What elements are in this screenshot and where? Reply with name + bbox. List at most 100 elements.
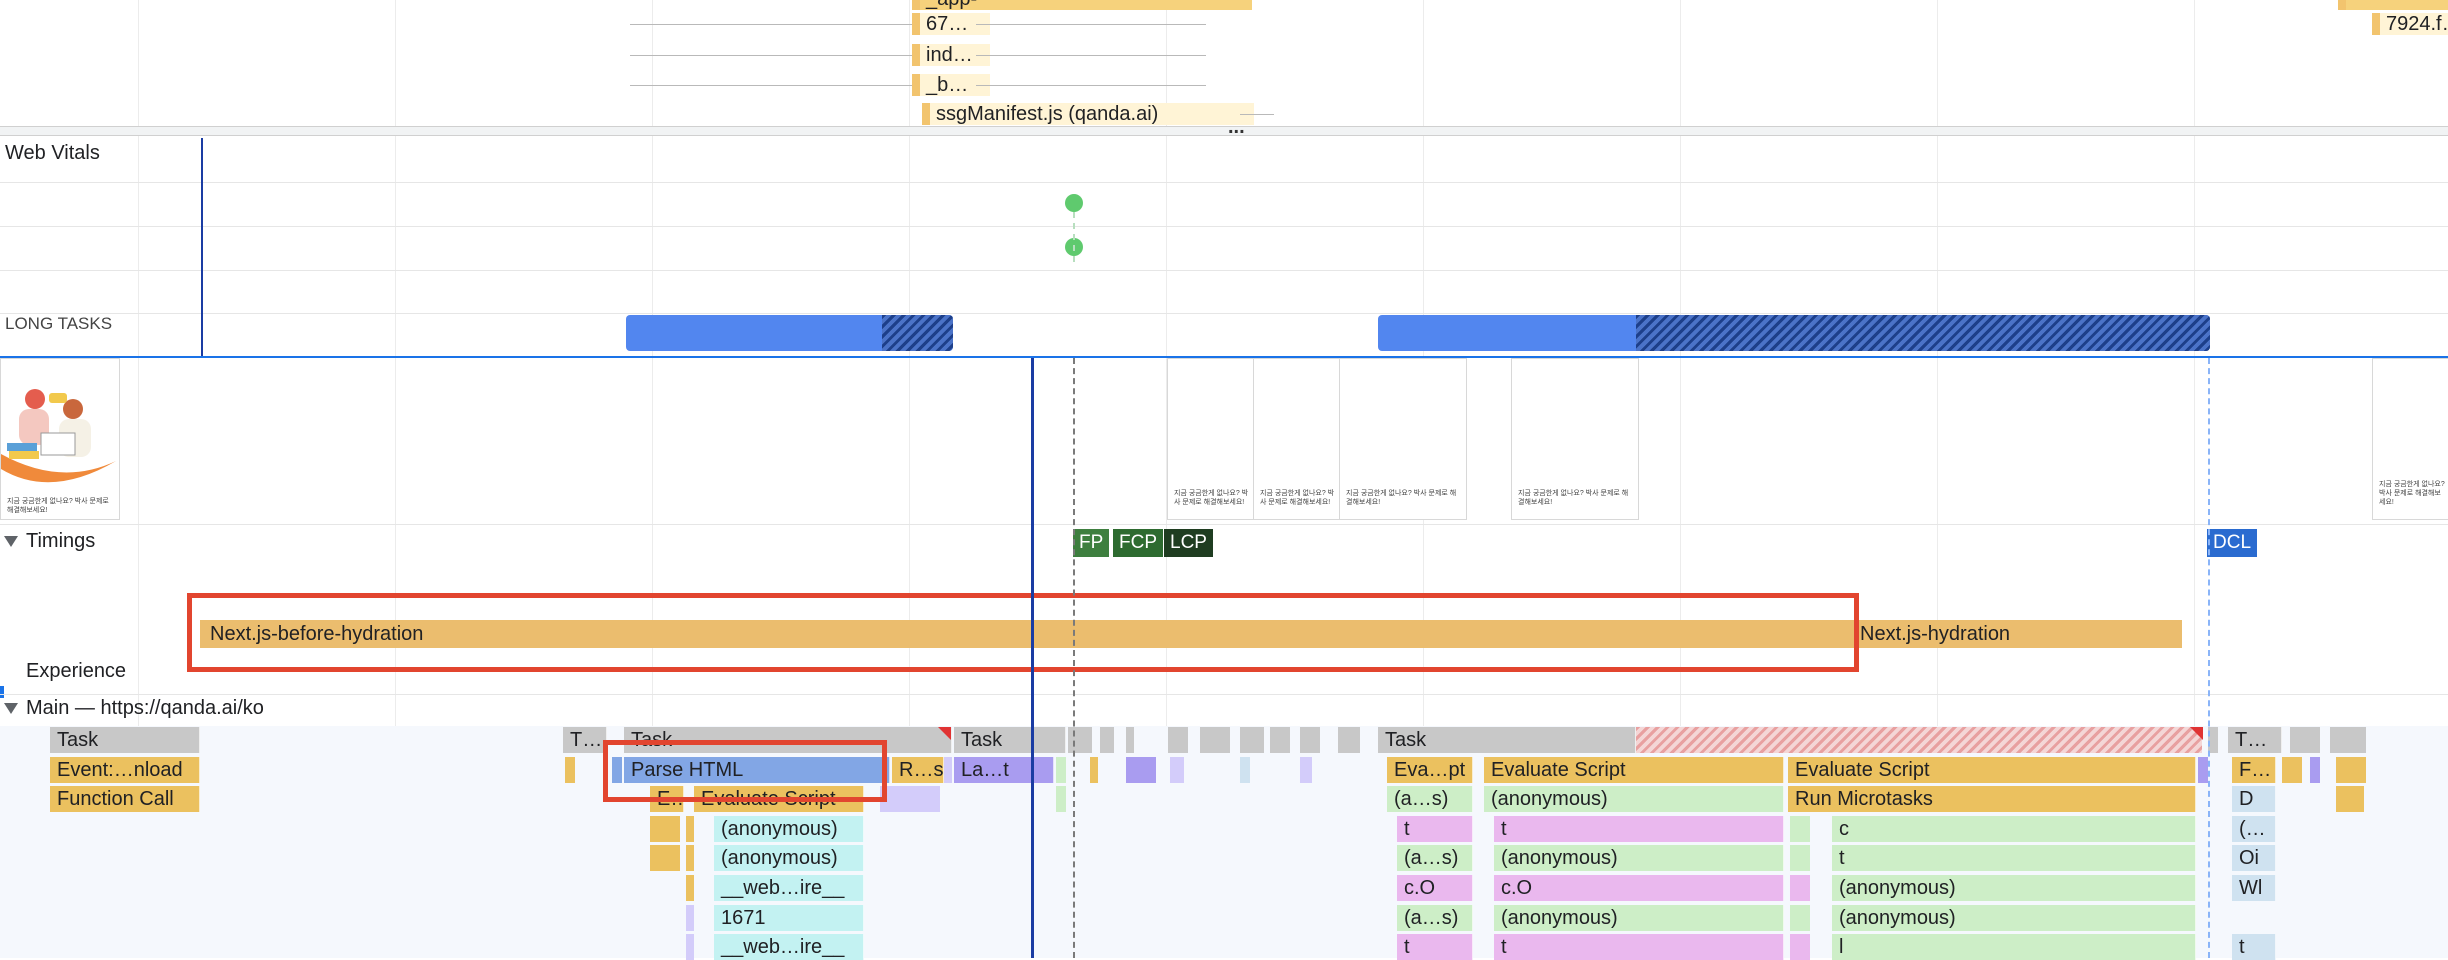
filmstrip-thumbnail[interactable]: 지금 궁금한게 없나요? 박사 문제로 해결해보세요! xyxy=(1167,358,1257,520)
flame-function[interactable]: Wl xyxy=(2232,875,2276,901)
filmstrip-thumbnail[interactable]: 지금 궁금한게 없나요? 박사 문제로 해결해보세요! xyxy=(1511,358,1639,520)
flame-slice[interactable] xyxy=(2336,757,2366,783)
track-divider[interactable] xyxy=(0,126,2448,136)
flame-slice[interactable] xyxy=(1790,905,1810,931)
flame-slice[interactable] xyxy=(686,875,694,901)
flame-task[interactable]: T… xyxy=(563,727,607,753)
flame-slice[interactable] xyxy=(2290,727,2320,753)
network-track[interactable]: _app- 67… ind… _b… ssgManifest.js (qanda… xyxy=(0,0,2448,126)
flame-slice[interactable] xyxy=(1200,727,1230,753)
flame-function[interactable]: c xyxy=(1832,816,2196,842)
flame-slice[interactable] xyxy=(1300,757,1312,783)
flame-evaluate-script[interactable]: Evaluate Script xyxy=(1788,757,2196,783)
flame-slice[interactable] xyxy=(1090,757,1098,783)
flame-function[interactable]: 1671 xyxy=(714,905,864,931)
flame-task[interactable]: T… xyxy=(2228,727,2282,753)
flame-slice[interactable] xyxy=(650,845,680,871)
flame-function[interactable]: __web…ire__ xyxy=(714,875,864,901)
flame-function[interactable]: t xyxy=(1832,845,2196,871)
flame-function[interactable]: __web…ire__ xyxy=(714,934,864,960)
flame-slice[interactable] xyxy=(2310,757,2320,783)
flame-function[interactable]: Oi xyxy=(2232,845,2276,871)
flame-slice[interactable] xyxy=(1790,845,1810,871)
flame-function[interactable]: t xyxy=(1494,934,1784,960)
main-thread-label[interactable]: Main — https://qanda.ai/ko xyxy=(4,697,264,720)
flame-function[interactable]: t xyxy=(1397,816,1473,842)
collapse-triangle-icon[interactable] xyxy=(4,536,18,548)
flame-slice[interactable] xyxy=(880,786,940,812)
long-task-bar[interactable] xyxy=(1378,315,2210,351)
flame-slice[interactable] xyxy=(565,757,575,783)
flame-function[interactable]: (anonymous) xyxy=(714,845,864,871)
flame-slice[interactable] xyxy=(2330,727,2366,753)
flame-slice[interactable] xyxy=(2198,757,2208,783)
flame-function[interactable]: (a…s) xyxy=(1387,786,1473,812)
filmstrip-thumbnail[interactable]: 지금 궁금한게 없나요? 박사 문제로 해결해보세요! xyxy=(1339,358,1467,520)
flame-function[interactable]: D xyxy=(2232,786,2276,812)
flame-evaluate-script[interactable]: Eva…pt xyxy=(1387,757,1473,783)
playhead-line[interactable] xyxy=(1031,358,1034,958)
flame-slice[interactable] xyxy=(1270,727,1290,753)
flame-function[interactable]: (anonymous) xyxy=(714,816,864,842)
flame-slice[interactable] xyxy=(1790,875,1810,901)
flame-slice[interactable] xyxy=(2336,786,2364,812)
flame-slice[interactable] xyxy=(1300,727,1320,753)
lcp-marker[interactable]: LCP xyxy=(1164,529,1213,557)
timings-label[interactable]: Timings xyxy=(4,530,95,553)
flame-slice[interactable] xyxy=(1126,757,1156,783)
flame-layout[interactable]: La…t xyxy=(954,757,1054,783)
long-task-bar[interactable] xyxy=(626,315,953,351)
flame-slice[interactable] xyxy=(686,934,694,960)
flame-slice[interactable] xyxy=(686,845,694,871)
flame-function[interactable]: t xyxy=(1397,934,1473,960)
flame-function-call[interactable]: Function Call xyxy=(50,786,200,812)
flame-recalc-style[interactable]: R…s xyxy=(892,757,944,783)
flame-function[interactable]: (anonymous) xyxy=(1484,786,1784,812)
flame-function[interactable]: (anonymous) xyxy=(1832,905,2196,931)
flame-slice[interactable] xyxy=(944,757,952,783)
flame-function[interactable]: t xyxy=(1494,816,1784,842)
flame-task[interactable]: Task xyxy=(50,727,200,753)
fp-marker[interactable]: FP xyxy=(1073,529,1110,557)
filmstrip-thumbnail[interactable]: 지금 궁금한게 없나요? 박사 문제로 해결해보세요! xyxy=(2372,358,2448,520)
flame-function[interactable]: (… xyxy=(2232,816,2276,842)
flame-task[interactable]: Task xyxy=(954,727,1066,753)
fcp-marker[interactable]: FCP xyxy=(1113,529,1163,557)
flame-slice[interactable] xyxy=(1240,757,1250,783)
flame-function[interactable]: (anonymous) xyxy=(1832,875,2196,901)
flame-task[interactable]: Task xyxy=(1378,727,1636,753)
flame-evaluate-script[interactable]: Evaluate Script xyxy=(1484,757,1784,783)
flame-slice[interactable] xyxy=(1338,727,1360,753)
flame-slice[interactable] xyxy=(1168,727,1188,753)
timing-bar-hydration[interactable]: Next.js-hydration xyxy=(1856,620,2182,648)
filmstrip-thumbnail[interactable]: 지금 궁금한게 없나요? 박사 문제로 해결해보세요! xyxy=(0,358,120,520)
flame-function[interactable]: F… xyxy=(2232,757,2276,783)
flame-function[interactable]: l xyxy=(1832,934,2196,960)
flame-slice[interactable] xyxy=(1240,727,1264,753)
network-request[interactable]: _app- xyxy=(912,0,1252,10)
flame-slice[interactable] xyxy=(1068,727,1092,753)
flame-slice[interactable] xyxy=(686,816,694,842)
flame-slice[interactable] xyxy=(686,905,694,931)
flame-function[interactable]: t xyxy=(2232,934,2276,960)
flame-slice[interactable] xyxy=(1126,727,1134,753)
flame-run-microtasks[interactable]: Run Microtasks xyxy=(1788,786,2196,812)
network-request[interactable]: 7924.f… xyxy=(2372,13,2448,35)
network-request[interactable]: ssgManifest.js (qanda.ai) xyxy=(922,103,1254,125)
flame-slice[interactable] xyxy=(1790,934,1810,960)
network-request[interactable] xyxy=(2338,0,2448,10)
flame-slice[interactable] xyxy=(1056,757,1066,783)
dcl-marker[interactable]: DCL xyxy=(2207,529,2258,557)
vital-dot-fcp[interactable] xyxy=(1065,194,1083,212)
flame-function[interactable]: c.O xyxy=(1397,875,1473,901)
collapse-triangle-icon[interactable] xyxy=(4,703,18,715)
flame-function[interactable]: (a…s) xyxy=(1397,905,1473,931)
flame-function[interactable]: (a…s) xyxy=(1397,845,1473,871)
flame-slice[interactable] xyxy=(1100,727,1114,753)
flame-slice[interactable] xyxy=(2282,757,2302,783)
flame-event[interactable]: Event:…nload xyxy=(50,757,200,783)
resize-handle[interactable]: ... xyxy=(1228,116,1245,139)
flame-slice[interactable] xyxy=(650,816,680,842)
flame-slice[interactable] xyxy=(1170,757,1184,783)
flame-slice[interactable] xyxy=(1790,816,1810,842)
